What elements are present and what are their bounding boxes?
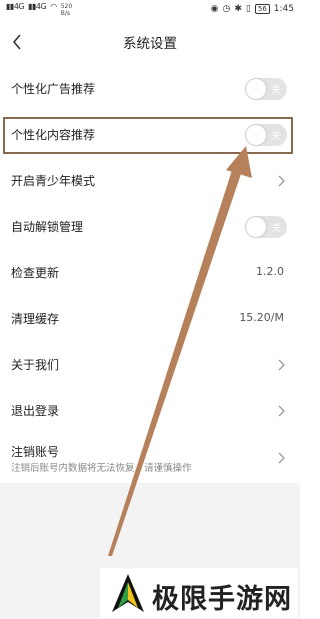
row-label: 退出登录 [11,404,60,418]
net-speed-unit: B/s [60,10,70,17]
status-right: ◉ ◷ ✱ ▯ 56 1:45 [211,4,294,14]
personalized-ads-toggle[interactable]: 关 [245,78,287,100]
chevron-right-icon [278,452,285,464]
row-sublabel: 注销后账号内数据将无法恢复，请谨慎操作 [11,463,192,474]
page-title: 系统设置 [123,36,177,52]
watermark-logo: 极限手游网 [100,568,298,618]
row-youth-mode[interactable]: 开启青少年模式 [0,159,300,205]
toggle-label: 关 [271,223,281,234]
net-speed-value: 520 [60,3,73,10]
row-label: 关于我们 [11,358,60,372]
row-label: 清理缓存 [11,312,60,326]
vibrate-icon: ▯ [245,4,251,14]
net-speed: 520 B/s [61,3,72,17]
chevron-right-icon [278,175,285,187]
row-label: 自动解锁管理 [11,220,84,234]
clock: 1:45 [273,4,294,14]
chevron-right-icon [278,359,285,371]
signal-label-2: 4G [35,2,47,11]
signal-icon-1: ▮▮4G [6,2,25,11]
tutorial-highlight-box [3,117,293,154]
version-value: 1.2.0 [256,265,284,278]
eye-icon: ◉ [210,4,219,14]
row-label: 个性化广告推荐 [11,82,96,96]
toggle-label: 关 [271,85,281,96]
row-check-update[interactable]: 检查更新 1.2.0 [0,251,300,297]
row-delete-account[interactable]: 注销账号 注销后账号内数据将无法恢复，请谨慎操作 [0,433,300,483]
toggle-knob [246,79,266,99]
auto-unlock-toggle[interactable]: 关 [245,216,287,238]
row-label: 开启青少年模式 [11,174,96,188]
row-clear-cache[interactable]: 清理缓存 15.20/M [0,297,300,343]
bluetooth-icon: ✱ [234,4,242,14]
toggle-knob [246,217,266,237]
watermark-text: 极限手游网 [152,584,292,615]
alarm-icon: ◷ [222,4,231,14]
signal-label-1: 4G [13,2,25,11]
status-bar: ▮▮4G ▮▮4G ◠ 520 B/s ◉ ◷ ✱ ▯ 56 1:45 [0,0,300,22]
chevron-right-icon [278,405,285,417]
signal-icon-2: ▮▮4G [28,2,47,11]
row-about[interactable]: 关于我们 [0,343,300,389]
row-label: 检查更新 [11,266,60,280]
row-label: 注销账号 [11,445,60,459]
wifi-icon: ◠ [50,2,57,11]
row-personalized-ads: 个性化广告推荐 关 [0,67,300,113]
cache-size-value: 15.20/M [239,311,284,324]
row-logout[interactable]: 退出登录 [0,389,300,435]
nav-bar: 系统设置 [0,28,300,58]
leaf-logo-icon [112,574,144,612]
status-left: ▮▮4G ▮▮4G ◠ 520 B/s [6,2,72,18]
battery-icon: 56 [254,4,270,14]
row-auto-unlock: 自动解锁管理 关 [0,205,300,251]
